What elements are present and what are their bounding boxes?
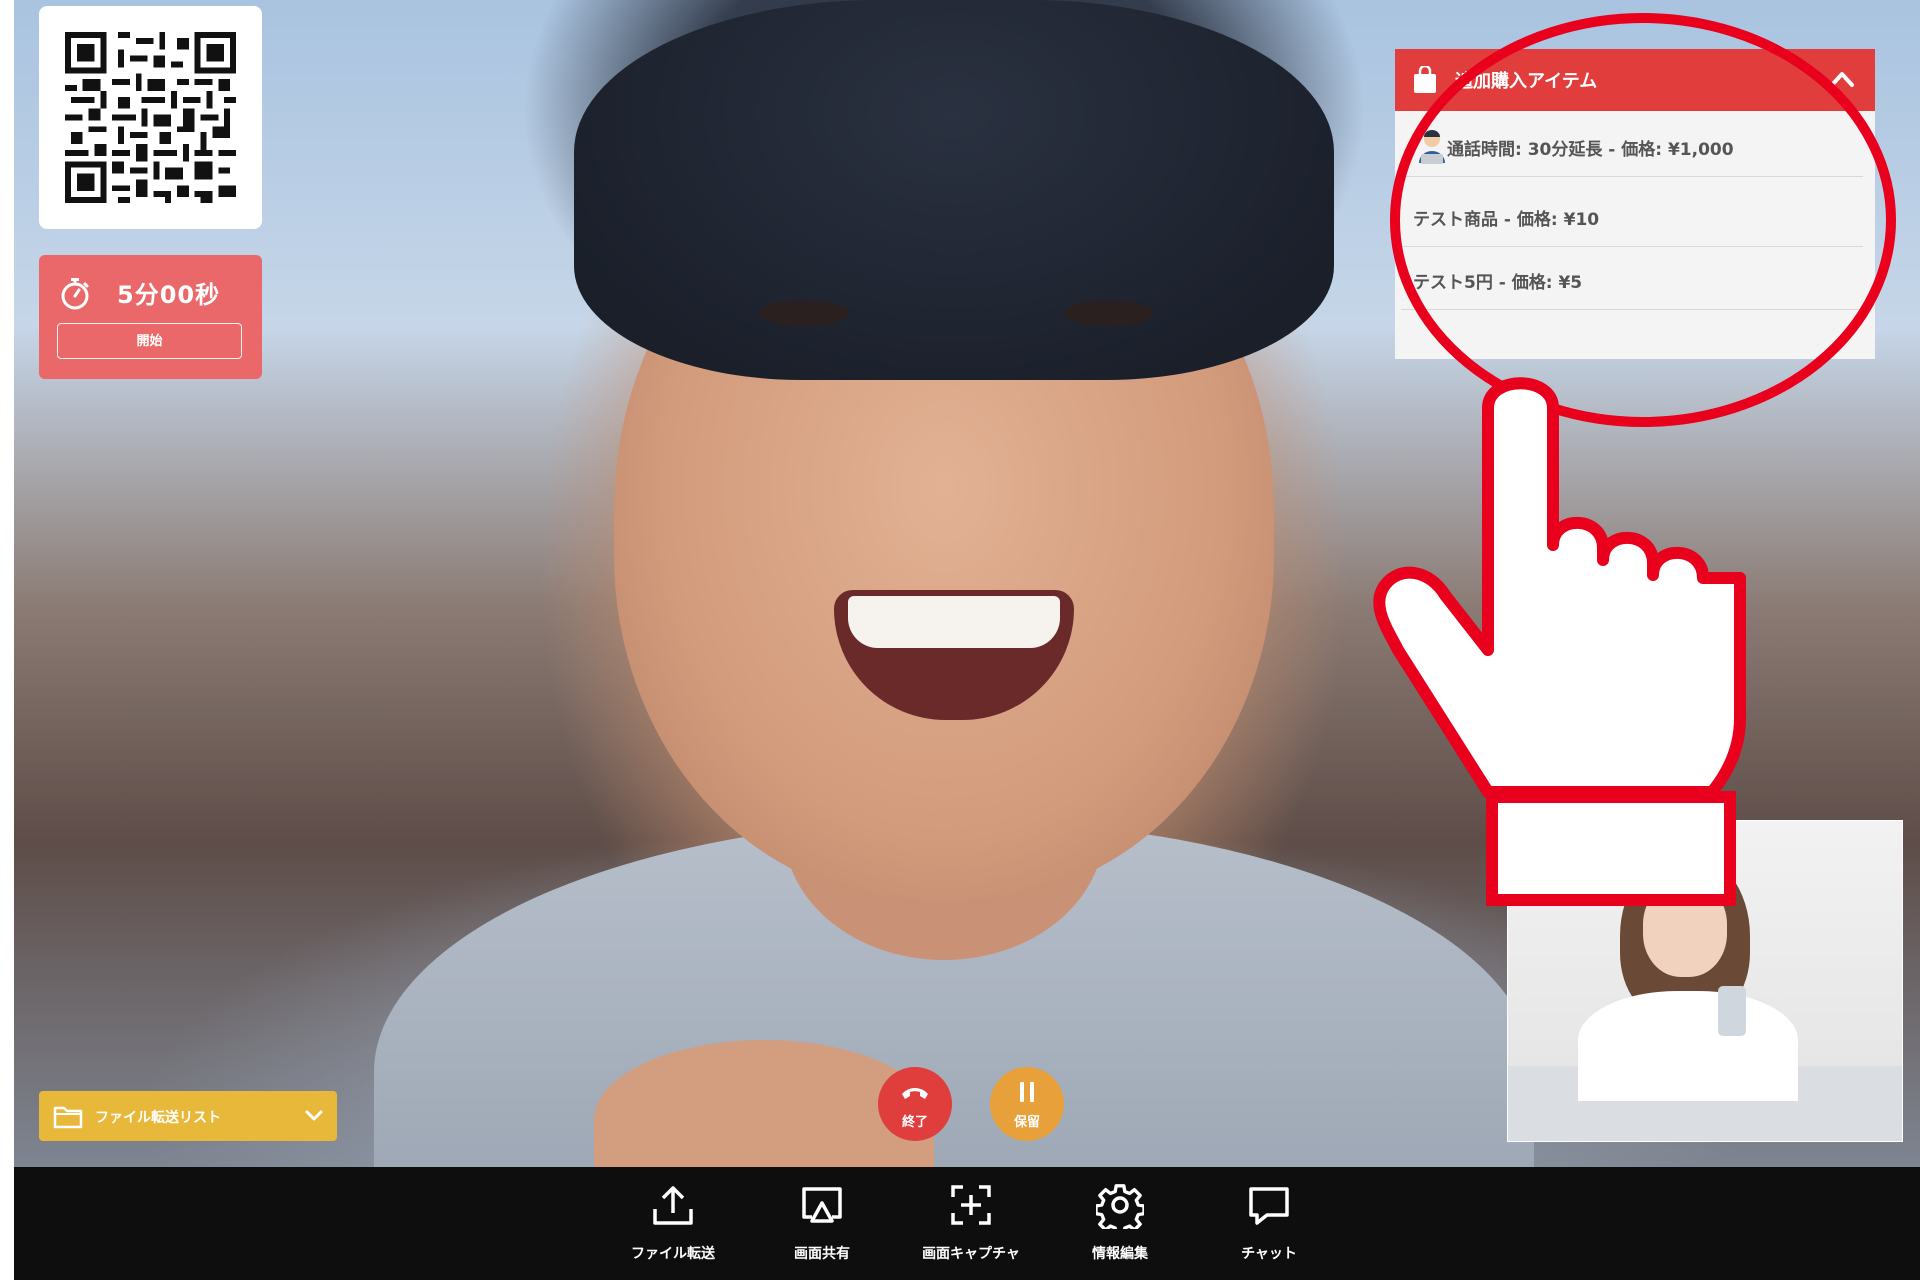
screen-capture-label: 画面キャプチャ	[922, 1246, 1020, 1262]
info-edit-label: 情報編集	[1092, 1246, 1148, 1262]
screen-share-icon	[802, 1187, 842, 1223]
self-video	[1507, 820, 1903, 1142]
upload-icon	[653, 1186, 693, 1225]
item-row-call-extension[interactable]: 通話時間: 30分延長 - 価格: ¥1,000	[1401, 115, 1863, 177]
end-call-label: 終了	[901, 1115, 928, 1130]
item-row-test-product[interactable]: テスト商品 - 価格: ¥10	[1401, 185, 1863, 247]
chevron-up-icon[interactable]	[1829, 69, 1855, 89]
screen-share-button[interactable]: 画面共有	[762, 1181, 882, 1271]
chat-icon	[1249, 1187, 1289, 1225]
chat-label: チャット	[1241, 1246, 1297, 1262]
screen-share-label: 画面共有	[794, 1246, 850, 1262]
item-label: テスト5円 - 価格: ¥5	[1413, 273, 1583, 293]
chevron-down-icon	[305, 1110, 323, 1121]
timer-value: 5分00秒	[117, 281, 221, 309]
qr-code-card	[39, 6, 262, 229]
remote-person-hair	[574, 0, 1334, 380]
bottom-toolbar: ファイル転送 画面共有 画面キャプチャ 情報編集 チャット	[14, 1167, 1920, 1280]
remote-person-eye-left	[759, 300, 849, 326]
additional-items-header[interactable]: 追加購入アイテム	[1395, 49, 1875, 111]
additional-items-panel: 追加購入アイテム 通話時間: 30分延長 - 価格: ¥1,000 テスト商品 …	[1395, 49, 1875, 359]
hold-call-label: 保留	[1013, 1115, 1040, 1130]
end-call-button[interactable]: 終了	[878, 1067, 952, 1141]
file-transfer-list-dropdown[interactable]: ファイル転送リスト	[39, 1091, 337, 1141]
screen-capture-button[interactable]: 画面キャプチャ	[911, 1181, 1031, 1271]
item-row-test-5yen[interactable]: テスト5円 - 価格: ¥5	[1401, 248, 1863, 310]
item-label: テスト商品 - 価格: ¥10	[1413, 210, 1600, 230]
file-transfer-label: ファイル転送	[631, 1246, 715, 1262]
gear-icon	[1096, 1184, 1144, 1229]
phone-hangup-icon	[902, 1088, 928, 1099]
qr-code-icon	[65, 32, 236, 203]
chat-button[interactable]: チャット	[1209, 1181, 1329, 1271]
pause-icon	[1020, 1082, 1034, 1102]
stopwatch-icon	[61, 278, 89, 310]
file-transfer-button[interactable]: ファイル転送	[613, 1181, 733, 1271]
additional-items-title: 追加購入アイテム	[1455, 71, 1598, 92]
shopping-bag-icon	[1414, 66, 1436, 93]
operator-avatar-icon	[1419, 130, 1445, 164]
info-edit-button[interactable]: 情報編集	[1060, 1181, 1180, 1271]
folder-icon	[53, 1106, 83, 1129]
file-transfer-list-label: ファイル転送リスト	[95, 1110, 221, 1126]
self-person-phone	[1718, 986, 1746, 1036]
call-timer-card: 5分00秒 開始	[39, 255, 262, 379]
screen-capture-icon	[951, 1185, 991, 1225]
self-person-body	[1578, 991, 1798, 1101]
item-label: 通話時間: 30分延長 - 価格: ¥1,000	[1447, 140, 1734, 160]
hold-call-button[interactable]: 保留	[990, 1067, 1064, 1141]
remote-person-eye-right	[1064, 300, 1154, 326]
timer-start-button[interactable]: 開始	[57, 323, 242, 359]
self-person-face	[1643, 881, 1727, 977]
